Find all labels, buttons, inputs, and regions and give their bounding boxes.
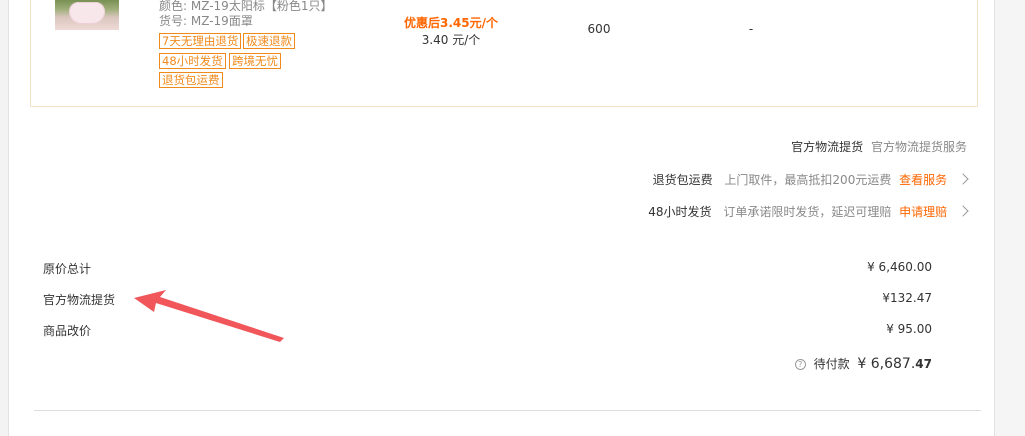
service-desc: 官方物流提货服务 xyxy=(870,140,967,154)
promo-price: 优惠后3.45元/个 xyxy=(404,16,498,30)
total-original-label: 原价总计 xyxy=(43,262,92,276)
tag-return-shipping: 退货包运费 xyxy=(159,72,223,88)
service-name: 退货包运费 xyxy=(652,173,713,187)
chevron-right-icon[interactable] xyxy=(957,173,969,185)
chevron-right-icon[interactable] xyxy=(957,205,969,217)
annotation-arrow-icon xyxy=(134,290,284,342)
service-return-shipping: 退货包运费 上门取件，最高抵扣200元运费 查看服务 xyxy=(652,171,969,188)
price-adjust-value: ¥ 95.00 xyxy=(886,322,932,336)
logistics-fee-value: ¥132.47 xyxy=(882,291,932,305)
product-thumbnail[interactable] xyxy=(55,0,119,30)
unit-price: 3.40 元/个 xyxy=(421,33,481,47)
view-service-link[interactable]: 查看服务 xyxy=(899,173,947,187)
service-desc: 订单承诺限时发货，延迟可理赔 xyxy=(723,205,892,219)
pending-amount-dec: 47 xyxy=(915,357,932,371)
order-panel: 颜色: MZ-19太阳标【粉色1只】 货号: MZ-19面罩 7天无理由退货 极… xyxy=(8,0,995,436)
discount-value: - xyxy=(748,22,754,36)
tag-fast-refund: 极速退款 xyxy=(243,33,295,49)
pending-label: 待付款 xyxy=(813,357,850,371)
claim-link[interactable]: 申请理赔 xyxy=(899,205,947,219)
divider xyxy=(34,410,981,411)
tag-7day-return: 7天无理由退货 xyxy=(159,33,242,49)
total-original-value: ¥ 6,460.00 xyxy=(867,260,932,274)
logistics-fee-label: 官方物流提货 xyxy=(43,293,116,307)
product-box: 颜色: MZ-19太阳标【粉色1只】 货号: MZ-19面罩 7天无理由退货 极… xyxy=(30,0,978,107)
product-sku: 货号: MZ-19面罩 xyxy=(159,14,253,28)
tag-48h-ship: 48小时发货 xyxy=(159,53,226,69)
service-name: 48小时发货 xyxy=(648,205,712,219)
tag-cross-border: 跨境无忧 xyxy=(229,53,281,69)
pending-amount-int: ¥ 6,687. xyxy=(857,356,916,372)
service-logistics: 官方物流提货 官方物流提货服务 xyxy=(791,138,967,155)
pending-payment: ? 待付款 ¥ 6,687.47 xyxy=(794,355,932,372)
info-icon[interactable]: ? xyxy=(794,359,806,370)
service-name: 官方物流提货 xyxy=(791,140,864,154)
pending-amount: ¥ 6,687.47 xyxy=(857,356,932,372)
scrollbar-track[interactable] xyxy=(994,0,1025,436)
price-adjust-label: 商品改价 xyxy=(43,324,92,338)
quantity: 600 xyxy=(587,22,611,36)
service-desc: 上门取件，最高抵扣200元运费 xyxy=(724,173,892,187)
service-48h-ship: 48小时发货 订单承诺限时发货，延迟可理赔 申请理赔 xyxy=(648,203,969,220)
